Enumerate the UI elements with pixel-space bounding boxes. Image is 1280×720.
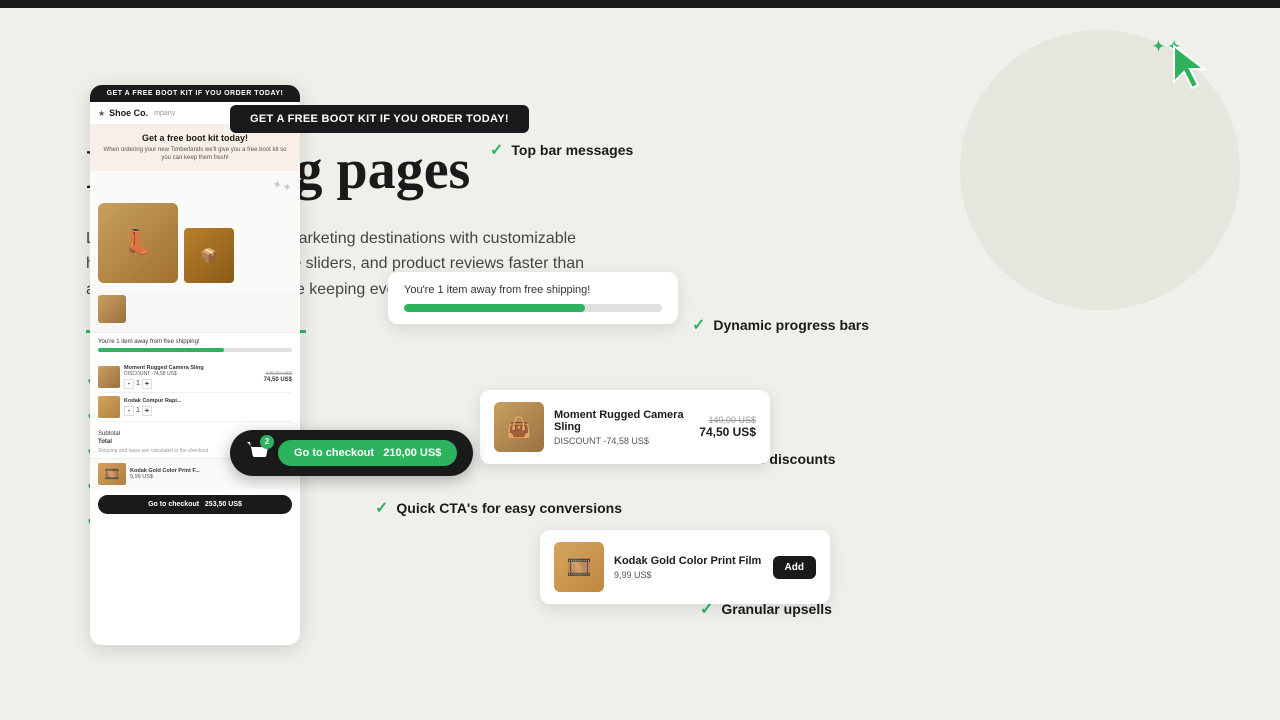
star-icon: ★ <box>98 109 105 118</box>
dynamic-progress-text: Dynamic progress bars <box>713 317 869 333</box>
floating-cart-button[interactable]: 2 Go to checkout 210,00 US$ <box>230 430 473 476</box>
box-product-image: 📦 <box>184 228 234 283</box>
progress-fill-large <box>404 304 585 312</box>
upsell-card-price: 9,99 US$ <box>614 570 763 580</box>
checkout-float-label: Go to checkout <box>294 447 374 459</box>
cart-item-discount-1: DISCOUNT -74,58 US$ <box>124 371 260 377</box>
shop-name: Shoe Co. <box>109 108 148 118</box>
free-shipping-section: You're 1 item away from free shipping! <box>90 333 300 358</box>
product-images-area: 👢 📦 ✦✦ <box>90 171 300 291</box>
progress-bar-large <box>404 304 662 312</box>
cart-item-image-2 <box>98 396 120 418</box>
browser-mockup: GET A FREE BOOT KIT IF YOU ORDER TODAY! … <box>90 85 300 645</box>
free-shipping-text: You're 1 item away from free shipping! <box>98 339 292 345</box>
quick-cta-text: Quick CTA's for easy conversions <box>396 500 622 516</box>
qty-increment-2[interactable]: + <box>142 406 152 416</box>
qty-decrement-2[interactable]: - <box>124 406 134 416</box>
product-card-info: Moment Rugged Camera Sling DISCOUNT -74,… <box>554 409 689 446</box>
total-label: Total <box>98 439 112 445</box>
cart-item-row: Moment Rugged Camera Sling DISCOUNT -74,… <box>98 362 292 393</box>
qty-decrement[interactable]: - <box>124 379 134 389</box>
qty-control-1: - 1 + <box>124 379 260 389</box>
cart-item-info-2: Kodak Compur Rapi... - 1 + <box>124 398 292 416</box>
progress-bar-small <box>98 348 292 352</box>
product-card-price: 74,50 US$ <box>699 425 756 439</box>
product-thumb <box>98 295 126 323</box>
cart-icon-wrap: 2 <box>246 441 268 466</box>
product-card-float: 👜 Moment Rugged Camera Sling DISCOUNT -7… <box>480 390 770 464</box>
qty-value: 1 <box>136 380 140 387</box>
progress-card: You're 1 item away from free shipping! <box>388 272 678 324</box>
checkout-float-price: 210,00 US$ <box>383 447 441 459</box>
deco-lines-icon: ✦✦ <box>270 176 293 195</box>
cart-items-section: Moment Rugged Camera Sling DISCOUNT -74,… <box>90 358 300 426</box>
qty-control-2: - 1 + <box>124 406 292 416</box>
top-bar <box>0 0 1280 8</box>
qty-value-2: 1 <box>136 407 140 414</box>
check-icon-topbar: ✓ <box>490 140 503 160</box>
cart-item-image-1 <box>98 366 120 388</box>
free-boot-desc: When ordering your new Timberlands we'll… <box>98 146 292 163</box>
qty-increment[interactable]: + <box>142 379 152 389</box>
top-bar-label: ✓ Top bar messages <box>490 140 633 160</box>
cart-badge: 2 <box>260 435 274 449</box>
quick-cta-label: ✓ Quick CTA's for easy conversions <box>375 498 622 518</box>
shop-extra: mpany <box>154 110 175 117</box>
cart-item-row-2: Kodak Compur Rapi... - 1 + <box>98 393 292 422</box>
cart-item-info-1: Moment Rugged Camera Sling DISCOUNT -74,… <box>124 365 260 389</box>
product-card-discount: DISCOUNT -74,58 US$ <box>554 436 689 446</box>
checkout-label-browser: Go to checkout <box>148 501 199 508</box>
top-bar-messages-text: Top bar messages <box>511 142 633 158</box>
subtotal-label: Subtotal <box>98 431 120 437</box>
checkout-price-browser: 253,50 US$ <box>205 501 242 508</box>
free-boot-title: Get a free boot kit today! <box>98 133 292 143</box>
progress-card-text: You're 1 item away from free shipping! <box>404 284 662 296</box>
original-price-1: 149,00 US$ <box>264 371 292 377</box>
checkout-float-button[interactable]: Go to checkout 210,00 US$ <box>278 440 457 466</box>
check-icon-progress: ✓ <box>692 315 705 335</box>
product-card-image: 👜 <box>494 402 544 452</box>
upsell-card-name: Kodak Gold Color Print Film <box>614 555 763 567</box>
checkout-btn-browser[interactable]: Go to checkout 253,50 US$ <box>98 495 292 514</box>
top-notification-card: GET A FREE BOOT KIT IF YOU ORDER TODAY! <box>230 105 529 133</box>
cart-item-price-1: 149,00 US$ 74,50 US$ <box>264 371 292 383</box>
upsell-card-float: 🎞️ Kodak Gold Color Print Film 9,99 US$ … <box>540 530 830 604</box>
upsell-card-info: Kodak Gold Color Print Film 9,99 US$ <box>614 555 763 580</box>
dynamic-progress-label: ✓ Dynamic progress bars <box>692 315 869 335</box>
cursor-icon <box>1170 44 1220 94</box>
upsell-add-button[interactable]: Add <box>773 556 816 579</box>
browser-top-bar: GET A FREE BOOT KIT IF YOU ORDER TODAY! <box>90 85 300 102</box>
cart-item-name-2: Kodak Compur Rapi... <box>124 398 292 404</box>
product-card-orig-price: 149,00 US$ <box>699 415 756 425</box>
new-price-1: 74,50 US$ <box>264 377 292 383</box>
product-thumb-row <box>90 291 300 333</box>
product-card-price-wrap: 149,00 US$ 74,50 US$ <box>699 415 756 439</box>
upsell-card-image: 🎞️ <box>554 542 604 592</box>
product-card-name: Moment Rugged Camera Sling <box>554 409 689 433</box>
check-icon-cta: ✓ <box>375 498 388 518</box>
boot-product-image: 👢 <box>98 203 178 283</box>
upsell-image-browser: 🎞️ <box>98 463 126 485</box>
progress-fill <box>98 348 224 352</box>
